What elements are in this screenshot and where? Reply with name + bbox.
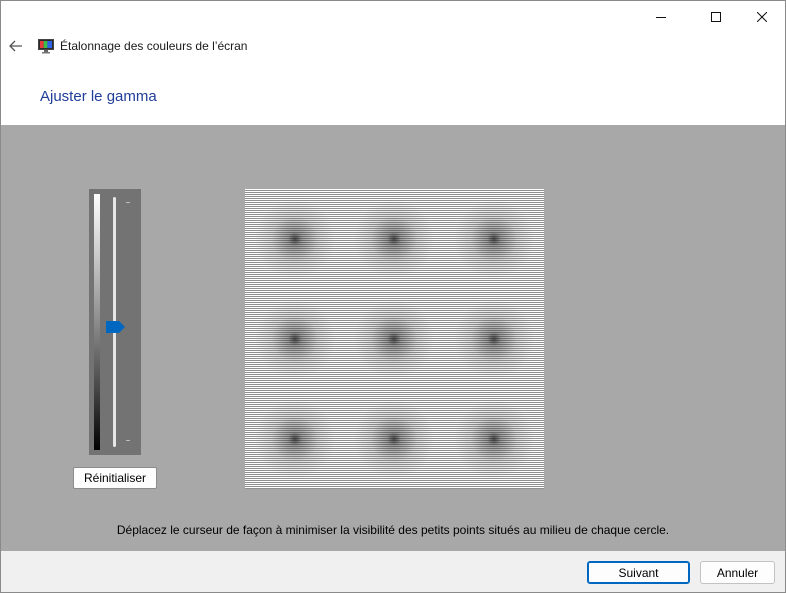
- test-circle: [453, 398, 536, 480]
- close-icon: [757, 12, 767, 22]
- calibration-window: Étalonnage des couleurs de l’écran Ajust…: [0, 0, 786, 593]
- test-circle-cell: [245, 189, 345, 289]
- window-title: Étalonnage des couleurs de l’écran: [60, 39, 248, 53]
- gamma-gradient-bar: [94, 194, 100, 450]
- test-circle: [253, 298, 336, 380]
- test-circle: [253, 398, 336, 480]
- calibration-content: Réinitialiser Déplacez le curseur de faç…: [1, 125, 785, 551]
- gamma-slider[interactable]: [89, 189, 141, 455]
- test-circle: [353, 398, 436, 480]
- back-arrow-icon: [9, 40, 22, 52]
- test-circle-cell: [345, 189, 445, 289]
- navigation-bar: Étalonnage des couleurs de l’écran: [1, 33, 785, 61]
- test-circle: [453, 298, 536, 380]
- page-title: Ajuster le gamma: [40, 88, 157, 105]
- test-circle-cell: [444, 189, 544, 289]
- instruction-text: Déplacez le curseur de façon à minimiser…: [116, 523, 670, 537]
- slider-tick-bottom: [126, 440, 130, 441]
- cancel-button[interactable]: Annuler: [700, 561, 775, 584]
- test-circle-cell: [245, 389, 345, 489]
- minimize-icon: [656, 17, 666, 18]
- test-circle-cell: [345, 389, 445, 489]
- reset-button[interactable]: Réinitialiser: [73, 467, 157, 489]
- minimize-button-visible[interactable]: [638, 1, 684, 33]
- display-color-calibration-icon: [38, 39, 54, 54]
- test-circle: [253, 198, 336, 280]
- test-circle-cell: [345, 289, 445, 389]
- maximize-button[interactable]: [693, 1, 739, 33]
- gamma-test-pattern: [245, 189, 544, 489]
- test-circle: [453, 198, 536, 280]
- test-circle-cell: [444, 289, 544, 389]
- test-circle: [353, 198, 436, 280]
- test-circle: [353, 298, 436, 380]
- next-button[interactable]: Suivant: [587, 561, 690, 584]
- slider-tick-top: [126, 202, 130, 203]
- test-circle-cell: [444, 389, 544, 489]
- maximize-icon: [711, 12, 721, 22]
- close-button[interactable]: [739, 1, 785, 33]
- back-button[interactable]: [6, 36, 26, 56]
- test-circle-cell: [245, 289, 345, 389]
- footer-bar: Suivant Annuler: [1, 551, 785, 592]
- slider-thumb[interactable]: [106, 321, 126, 333]
